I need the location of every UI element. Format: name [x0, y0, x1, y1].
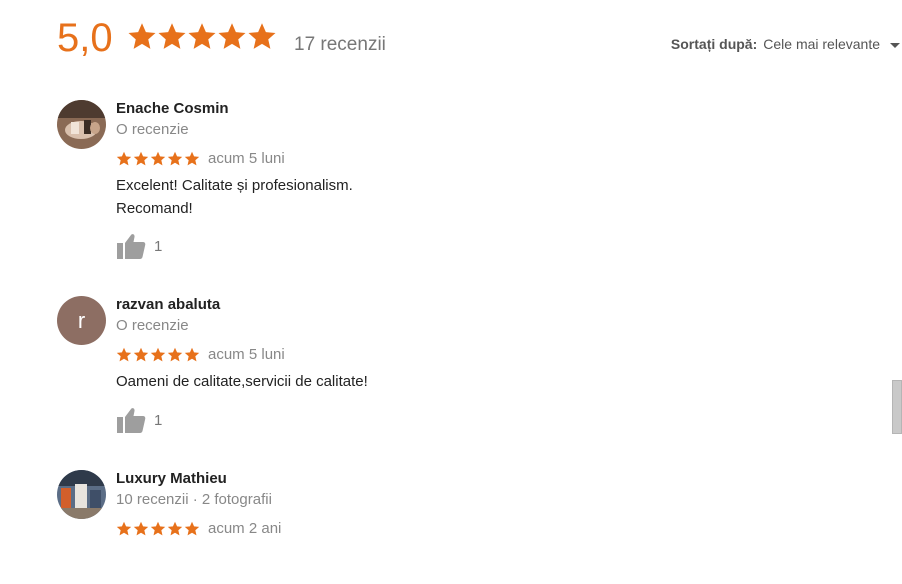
review-time: acum 2 ani: [208, 520, 282, 537]
sort-label: Sortați după:: [670, 36, 758, 52]
thumbs-up-icon[interactable]: [116, 232, 146, 260]
avatar[interactable]: [57, 100, 106, 149]
avatar[interactable]: [57, 470, 106, 519]
review-time: acum 5 luni: [208, 346, 285, 363]
like-button[interactable]: 1: [116, 406, 162, 434]
average-score: 5,0: [57, 16, 113, 60]
star-icon: [133, 520, 149, 537]
review-text: Excelent! Calitate și profesionalism. Re…: [116, 174, 536, 220]
review-item: r razvan abaluta O recenzie acum 5 luni …: [57, 296, 757, 436]
review-count: 17 recenzii: [294, 34, 386, 55]
star-icon: [150, 346, 166, 363]
star-icon: [187, 20, 217, 54]
like-count: 1: [154, 411, 163, 429]
sort-value[interactable]: Cele mai relevante: [763, 36, 880, 52]
review-time: acum 5 luni: [208, 150, 285, 167]
review-text: Oameni de calitate,servicii de calitate!: [116, 370, 536, 393]
reviewer-meta: 10 recenzii · 2 fotografii: [116, 491, 272, 508]
star-icon: [247, 20, 277, 54]
star-icon: [116, 520, 132, 537]
star-icon: [184, 346, 200, 363]
star-icon: [167, 346, 183, 363]
like-count: 1: [154, 237, 163, 255]
reviewer-name[interactable]: razvan abaluta: [116, 296, 220, 313]
average-stars: [127, 20, 277, 56]
star-icon: [150, 520, 166, 537]
star-icon: [127, 20, 157, 54]
rating-stars: [116, 346, 200, 363]
review-rating: acum 2 ani: [116, 520, 281, 537]
reviewer-meta: O recenzie: [116, 317, 189, 334]
reviewer-name[interactable]: Luxury Mathieu: [116, 470, 227, 487]
star-icon: [184, 520, 200, 537]
scrollbar-thumb[interactable]: [892, 380, 902, 434]
avatar[interactable]: r: [57, 296, 106, 345]
review-text-line: Recomand!: [116, 200, 193, 217]
reviewer-name[interactable]: Enache Cosmin: [116, 100, 229, 117]
reviewer-meta: O recenzie: [116, 121, 189, 138]
thumbs-up-icon[interactable]: [116, 406, 146, 434]
review-text-line: Excelent! Calitate și profesionalism.: [116, 177, 353, 194]
chevron-down-icon[interactable]: [890, 42, 900, 48]
star-icon: [133, 346, 149, 363]
sort-dropdown[interactable]: Sortați după: Cele mai relevante: [671, 36, 900, 52]
star-icon: [133, 150, 149, 167]
review-item: Enache Cosmin O recenzie acum 5 luni Exc…: [57, 100, 757, 260]
review-rating: acum 5 luni: [116, 150, 285, 167]
star-icon: [167, 150, 183, 167]
review-text-line: Oameni de calitate,servicii de calitate!: [116, 373, 368, 390]
star-icon: [217, 20, 247, 54]
star-icon: [116, 150, 132, 167]
like-button[interactable]: 1: [116, 232, 162, 260]
star-icon: [150, 150, 166, 167]
review-item: Luxury Mathieu 10 recenzii · 2 fotografi…: [57, 470, 757, 550]
reviews-header: 5,0 17 recenzii Sortați după: Cele mai r…: [0, 0, 902, 80]
review-rating: acum 5 luni: [116, 346, 285, 363]
star-icon: [157, 20, 187, 54]
star-icon: [184, 150, 200, 167]
star-icon: [116, 346, 132, 363]
rating-stars: [116, 150, 200, 167]
rating-stars: [116, 520, 200, 537]
star-icon: [167, 520, 183, 537]
